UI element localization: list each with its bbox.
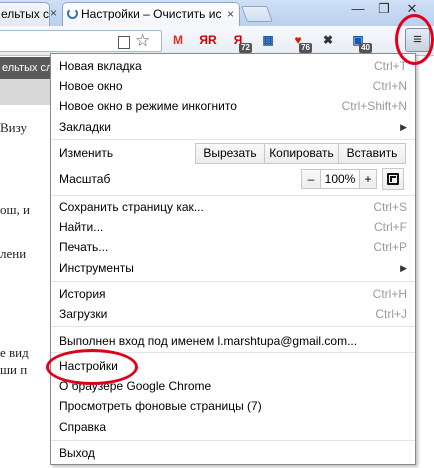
zoom-level: 100% [320,169,360,189]
blocker-icon[interactable]: ✖ [318,30,338,50]
menu-divider [51,352,415,353]
tab-settings[interactable]: Настройки – Очистить ис × [62,2,240,26]
restore-button[interactable]: ❐ [372,1,396,19]
menu-divider [51,195,415,196]
cut-button[interactable]: Вырезать [195,143,265,164]
extension-badge: 40 [359,43,372,53]
shortcut-label: Ctrl+S [373,200,407,214]
menu-item-signed-in[interactable]: Выполнен вход под именем l.marshtupa@gma… [51,331,415,351]
page-action-icon[interactable] [118,36,130,49]
menu-item-find[interactable]: Найти... Ctrl+F [51,217,415,237]
page-nav-strip: ельтых сл [0,57,50,79]
shortcut-label: Ctrl+P [373,240,407,254]
gmail-icon[interactable]: M [168,30,188,50]
menu-divider [51,326,415,327]
page-header-band [0,79,50,105]
fullscreen-button[interactable] [382,168,404,190]
close-tab-icon[interactable]: × [50,2,57,24]
zoom-in-button[interactable]: + [359,169,377,189]
menu-item-exit[interactable]: Выход [51,443,415,463]
page-text: Визу [0,120,27,135]
fullscreen-icon [387,173,399,185]
page-scroll-area [416,57,434,468]
extension-badge: 76 [299,43,312,53]
page-text: ош, и [0,202,30,217]
shortcut-label: Ctrl+Shift+N [341,99,407,113]
menu-item-downloads[interactable]: Загрузки Ctrl+J [51,304,415,324]
hamburger-icon: ≡ [413,31,422,48]
paste-button[interactable]: Вставить [338,143,406,164]
menu-item-save-page[interactable]: Сохранить страницу как... Ctrl+S [51,197,415,217]
shortcut-label: Ctrl+N [372,79,407,93]
menu-item-tools[interactable]: Инструменты ▶ [51,258,415,278]
address-bar[interactable]: ☆ [0,30,162,52]
chrome-menu-button[interactable]: ≡ [405,28,430,52]
submenu-arrow-icon: ▶ [400,263,407,273]
browser-toolbar: ☆ M ЯR Я 72 ▦ ♥ 76 ✖ ▣ 40 [0,26,434,56]
chrome-main-menu: Новая вкладка Ctrl+T Новое окно Ctrl+N Нов… [50,53,416,465]
shortcut-label: Ctrl+H [372,287,407,301]
menu-item-zoom: Масштаб [59,172,111,186]
shortcut-label: Ctrl+F [374,220,407,234]
tab-title: Настройки – Очистить ис [81,7,222,21]
shortcut-label: Ctrl+J [375,307,407,321]
new-tab-button[interactable] [241,6,273,22]
yandex-icon[interactable]: ЯR [198,30,218,50]
menu-item-new-window[interactable]: Новое окно Ctrl+N [51,76,415,96]
page-text: е вид [0,345,29,360]
tab-title: ельтых сло [1,7,50,21]
page-content [0,57,50,468]
title-bar: ельтых сло × Настройки – Очистить ис × —… [0,0,434,26]
window-close-button[interactable]: ✕ [400,1,424,19]
shortcut-label: Ctrl+T [374,59,407,73]
bookmark-star-icon[interactable]: ☆ [135,31,150,51]
close-tab-icon[interactable]: × [227,3,234,25]
menu-divider [51,139,415,140]
menu-item-bookmarks[interactable]: Закладки ▶ [51,117,415,137]
menu-item-incognito[interactable]: Новое окно в режиме инкогнито Ctrl+Shift+… [51,96,415,116]
copy-button[interactable]: Копировать [264,143,339,164]
page-text: лени [0,246,27,261]
zoom-out-button[interactable]: – [301,169,321,189]
menu-item-help[interactable]: Справка [51,417,415,437]
menu-item-background-pages[interactable]: Просмотреть фоновые страницы (7) [51,396,415,416]
downloader-icon[interactable]: ▣ 40 [348,30,372,53]
menu-item-history[interactable]: История Ctrl+H [51,284,415,304]
loading-icon [67,8,78,19]
submenu-arrow-icon: ▶ [400,122,407,132]
translate-flag-icon[interactable]: ▦ [258,30,278,50]
page-text: ши п [0,362,28,377]
menu-item-new-tab[interactable]: Новая вкладка Ctrl+T [51,56,415,76]
menu-divider [51,281,415,282]
menu-item-settings[interactable]: Настройки [51,356,415,376]
yandex-mail-icon[interactable]: Я 72 [228,30,252,53]
menu-item-about[interactable]: О браузере Google Chrome [51,376,415,396]
extension-badge: 72 [239,43,252,53]
tab-background[interactable]: ельтых сло [0,2,50,26]
menu-divider [51,440,415,441]
menu-item-edit: Изменить [59,146,114,160]
minimize-button[interactable]: — [346,1,370,19]
menu-item-print[interactable]: Печать... Ctrl+P [51,237,415,257]
bookmark-extension-icon[interactable]: ♥ 76 [288,30,312,53]
